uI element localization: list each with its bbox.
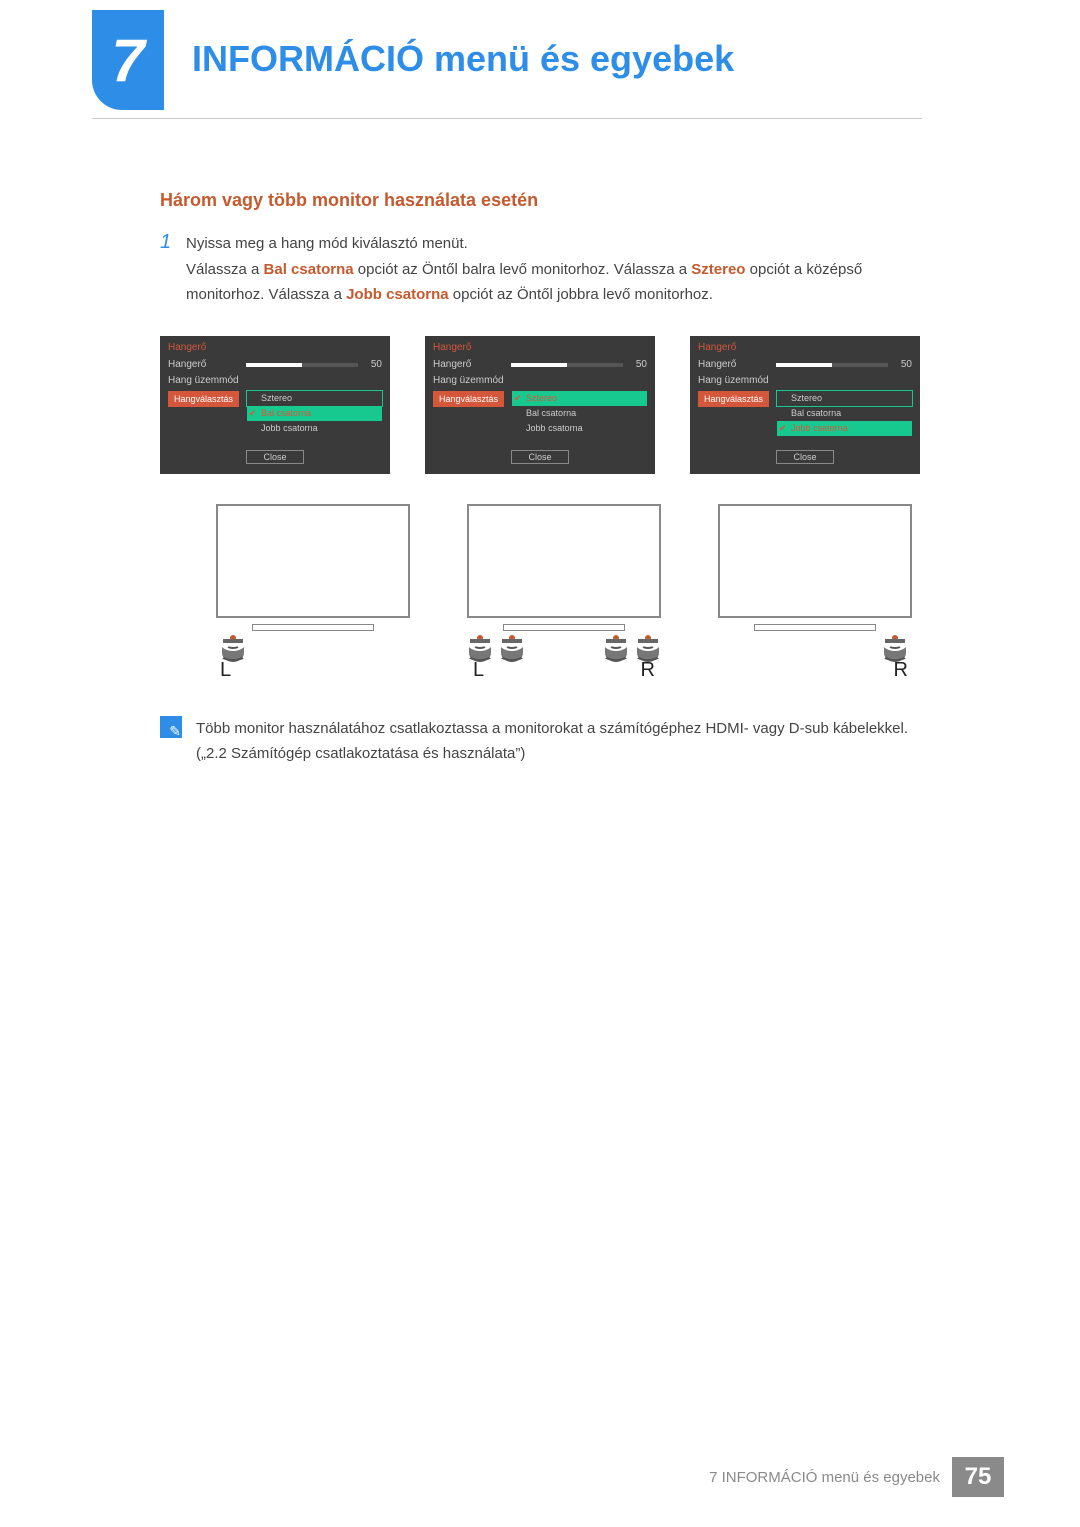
monitor-screen [216,504,410,618]
chapter-number: 7 [111,26,144,95]
osd-mode-row: Hang üzemmód [433,373,647,389]
osd-close-button[interactable]: Close [776,450,833,464]
osd-volume-value: 50 [364,359,382,370]
step-1: 1 Nyissa meg a hang mód kiválasztó menüt… [160,231,920,308]
osd-volume-bar[interactable] [776,363,888,367]
osd-option-sztereo[interactable]: Sztereo [512,391,647,406]
speaker-icon [637,635,659,659]
osd-options: Sztereo Bal csatorna Jobb csatorna [777,391,912,436]
monitor-row [160,504,920,659]
label-l: L [220,659,231,682]
speaker-group-left [222,635,244,659]
content: Három vagy több monitor használata eseté… [160,190,920,767]
osd-select-row: Hangválasztás Sztereo Bal csatorna Jobb … [168,391,382,436]
label-r: R [641,659,655,682]
em-bal: Bal csatorna [264,261,354,278]
osd-select-badge: Hangválasztás [698,391,769,407]
osd-volume-row: Hangerő 50 [168,357,382,373]
monitor-center [467,504,661,659]
footer-text: 7 INFORMÁCIÓ menü és egyebek [709,1469,940,1486]
osd-title: Hangerő [168,342,382,353]
page: 7 INFORMÁCIÓ menü és egyebek Három vagy … [0,0,1080,1527]
page-number: 75 [952,1457,1004,1497]
step-line1: Nyissa meg a hang mód kiválasztó menüt. [186,235,468,252]
osd-option-bal[interactable]: Bal csatorna [247,406,382,421]
osd-option-sztereo[interactable]: Sztereo [777,391,912,406]
em-sztereo: Sztereo [691,261,745,278]
speaker-icon [605,635,627,659]
section-title: Három vagy több monitor használata eseté… [160,190,920,211]
step-number: 1 [160,231,186,308]
osd-option-jobb[interactable]: Jobb csatorna [512,421,647,436]
osd-close-row: Close [168,450,382,464]
monitor-labels: L LR R [160,657,920,682]
osd-volume-value: 50 [894,359,912,370]
osd-close-row: Close [433,450,647,464]
t: opciót az Öntől balra levő monitorhoz. V… [354,261,692,278]
osd-close-button[interactable]: Close [511,450,568,464]
osd-volume-row: Hangerő 50 [433,357,647,373]
osd-title: Hangerő [698,342,912,353]
osd-volume-bar[interactable] [511,363,623,367]
osd-volume-fill [511,363,567,367]
monitor-screen [718,504,912,618]
step-text: Nyissa meg a hang mód kiválasztó menüt. … [186,231,920,308]
osd-panel-left: Hangerő Hangerő 50 Hang üzemmód Hangvála… [160,336,390,474]
osd-volume-value: 50 [629,359,647,370]
osd-volume-bar[interactable] [246,363,358,367]
osd-volume-label: Hangerő [433,359,511,370]
osd-close-button[interactable]: Close [246,450,303,464]
monitor-right [718,504,912,659]
t: Válassza a [186,261,264,278]
osd-panel-right: Hangerő Hangerő 50 Hang üzemmód Hangvála… [690,336,920,474]
t: opciót az Öntől jobbra levő monitorhoz. [449,286,713,303]
speaker-icon [884,635,906,659]
osd-close-row: Close [698,450,912,464]
osd-mode-label: Hang üzemmód [698,375,776,386]
note: Több monitor használatához csatlakoztass… [160,716,920,767]
osd-options: Sztereo Bal csatorna Jobb csatorna [512,391,647,436]
speaker-group-center [467,635,661,659]
speaker-icon [469,635,491,659]
speaker-icon [222,635,244,659]
label-l: L [473,659,484,682]
osd-volume-label: Hangerő [698,359,776,370]
monitor-stand [252,624,374,631]
monitor-stand [754,624,876,631]
osd-select-badge: Hangválasztás [433,391,504,407]
monitor-stand [503,624,625,631]
osd-panel-center: Hangerő Hangerő 50 Hang üzemmód Hangvála… [425,336,655,474]
osd-select-badge: Hangválasztás [168,391,239,407]
osd-option-sztereo[interactable]: Sztereo [247,391,382,406]
osd-volume-fill [246,363,302,367]
osd-volume-fill [776,363,832,367]
header-rule [92,118,922,119]
osd-title: Hangerő [433,342,647,353]
osd-mode-label: Hang üzemmód [433,375,511,386]
osd-option-bal[interactable]: Bal csatorna [777,406,912,421]
speaker-icon [501,635,523,659]
osd-mode-label: Hang üzemmód [168,375,246,386]
osd-mode-row: Hang üzemmód [698,373,912,389]
em-jobb: Jobb csatorna [346,286,449,303]
osd-mode-row: Hang üzemmód [168,373,382,389]
note-icon [160,716,182,738]
osd-option-bal[interactable]: Bal csatorna [512,406,647,421]
osd-select-row: Hangválasztás Sztereo Bal csatorna Jobb … [433,391,647,436]
speaker-group-right [884,635,906,659]
osd-select-row: Hangválasztás Sztereo Bal csatorna Jobb … [698,391,912,436]
label-r: R [894,659,908,682]
note-text: Több monitor használatához csatlakoztass… [196,716,920,767]
osd-volume-label: Hangerő [168,359,246,370]
osd-option-jobb[interactable]: Jobb csatorna [777,421,912,436]
monitor-left [216,504,410,659]
osd-option-jobb[interactable]: Jobb csatorna [247,421,382,436]
page-title: INFORMÁCIÓ menü és egyebek [192,38,734,80]
osd-options: Sztereo Bal csatorna Jobb csatorna [247,391,382,436]
monitor-screen [467,504,661,618]
osd-row: Hangerő Hangerő 50 Hang üzemmód Hangvála… [160,336,920,474]
footer: 7 INFORMÁCIÓ menü és egyebek 75 [0,1457,1080,1497]
osd-volume-row: Hangerő 50 [698,357,912,373]
chapter-badge: 7 [92,10,164,110]
